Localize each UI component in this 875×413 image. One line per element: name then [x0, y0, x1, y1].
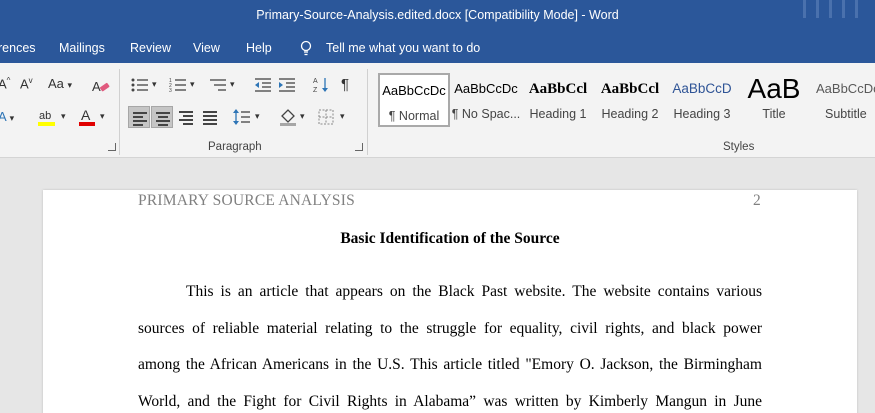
highlight-color-icon[interactable]: ab: [38, 107, 56, 127]
decrease-indent-icon[interactable]: [254, 77, 272, 93]
group-separator: [367, 69, 368, 155]
justify-button[interactable]: [199, 106, 221, 128]
tab-references[interactable]: rences: [0, 41, 36, 55]
style-preview: AaBbCcl: [600, 81, 660, 97]
borders-icon[interactable]: [318, 109, 334, 125]
ribbon-tabs: rences Mailings Review View Help Tell me…: [0, 33, 875, 63]
style-name: Heading 3: [673, 107, 731, 121]
lightbulb-icon: [300, 40, 312, 56]
document-page[interactable]: PRIMARY SOURCE ANALYSIS 2 Basic Identifi…: [43, 190, 857, 413]
align-left-icon: [133, 112, 147, 128]
svg-text:ab: ab: [39, 110, 51, 122]
change-case-button[interactable]: Aa ▾: [48, 76, 72, 91]
paragraph-group-label: Paragraph: [208, 141, 262, 153]
title-bar-decoration: [803, 0, 806, 18]
style-preview: AaBbCcD: [672, 81, 732, 96]
tell-me-search[interactable]: Tell me what you want to do: [326, 41, 480, 55]
style-preview: AaB: [747, 73, 801, 104]
body-text-line: sources of reliable material relating to…: [138, 320, 762, 337]
section-heading: Basic Identification of the Source: [340, 230, 560, 247]
justify-icon: [203, 111, 217, 127]
shading-dropdown[interactable]: ▾: [300, 111, 305, 122]
tab-mailings[interactable]: Mailings: [59, 41, 105, 55]
title-bar-decoration: [855, 0, 858, 18]
font-color-dropdown[interactable]: ▾: [100, 111, 105, 122]
group-separator: [119, 69, 120, 155]
title-bar-decoration: [816, 0, 819, 18]
style-title[interactable]: AaB Title: [738, 73, 810, 127]
window-title: Primary-Source-Analysis.edited.docx [Com…: [256, 8, 619, 22]
style-normal[interactable]: AaBbCcDc ¶ Normal: [378, 73, 450, 127]
page-number: 2: [753, 192, 761, 209]
style-name: Subtitle: [825, 107, 867, 121]
title-bar-decoration: [829, 0, 832, 18]
multilevel-list-icon[interactable]: [208, 77, 228, 93]
svg-text:Z: Z: [313, 87, 318, 94]
bullets-icon[interactable]: [131, 77, 149, 93]
grow-font-button[interactable]: A^: [0, 76, 10, 91]
style-name: Heading 2: [601, 107, 659, 121]
align-center-icon: [156, 112, 170, 128]
highlight-dropdown[interactable]: ▾: [61, 111, 66, 122]
svg-text:A: A: [81, 107, 91, 123]
numbering-dropdown[interactable]: ▾: [190, 79, 195, 90]
style-heading-2[interactable]: AaBbCcl Heading 2: [594, 73, 666, 127]
style-preview: AaBbCcl: [528, 81, 588, 97]
styles-group-label: Styles: [723, 141, 755, 153]
style-preview: AaBbCcDc: [816, 81, 875, 96]
align-center-button[interactable]: [151, 106, 173, 128]
svg-text:3: 3: [169, 88, 172, 93]
tab-view[interactable]: View: [193, 41, 220, 55]
style-name: Title: [762, 107, 786, 121]
text-effects-button[interactable]: A ▾: [0, 109, 14, 124]
running-header: PRIMARY SOURCE ANALYSIS: [138, 192, 355, 209]
paragraph-dialog-launcher[interactable]: [355, 143, 363, 151]
body-text-line: among the African Americans in the U.S. …: [138, 356, 762, 373]
align-right-button[interactable]: [175, 106, 197, 128]
svg-text:A: A: [313, 78, 318, 85]
numbering-icon[interactable]: 1 2 3: [169, 77, 187, 93]
body-text-line: World, and the Fight for Civil Rights in…: [138, 393, 762, 410]
ribbon: A^ Av Aa ▾ A A ▾ ab ▾ A ▾ ▾ 1 2 3 ▾ ▾ A …: [0, 63, 875, 158]
style-heading-1[interactable]: AaBbCcl Heading 1: [522, 73, 594, 127]
align-left-button[interactable]: [128, 106, 150, 128]
style-heading-3[interactable]: AaBbCcD Heading 3: [666, 73, 738, 127]
line-spacing-dropdown[interactable]: ▾: [255, 111, 260, 122]
font-color-icon[interactable]: A: [78, 107, 96, 127]
style-preview: AaBbCcDc: [454, 81, 518, 96]
sort-icon[interactable]: AZ: [313, 76, 329, 94]
multilevel-dropdown[interactable]: ▾: [230, 79, 235, 90]
show-hide-marks-button[interactable]: ¶: [341, 76, 349, 93]
title-bar-decoration: [842, 0, 845, 18]
borders-dropdown[interactable]: ▾: [340, 111, 345, 122]
align-right-icon: [179, 111, 193, 127]
style-name: Heading 1: [529, 107, 587, 121]
tab-help[interactable]: Help: [246, 41, 272, 55]
title-bar: Primary-Source-Analysis.edited.docx [Com…: [0, 0, 875, 33]
line-spacing-icon[interactable]: [233, 109, 251, 125]
increase-indent-icon[interactable]: [278, 77, 296, 93]
style-subtitle[interactable]: AaBbCcDc Subtitle: [810, 73, 875, 127]
style-preview: AaBbCcDc: [382, 83, 446, 98]
svg-text:A: A: [92, 79, 101, 94]
style-no-spacing[interactable]: AaBbCcDc ¶ No Spac...: [450, 73, 522, 127]
body-text-line: This is an article that appears on the B…: [186, 283, 762, 300]
clear-formatting-icon[interactable]: A: [92, 78, 110, 94]
font-dialog-launcher[interactable]: [108, 143, 116, 151]
bullets-dropdown[interactable]: ▾: [152, 79, 157, 90]
style-name: ¶ Normal: [388, 109, 440, 123]
style-name: ¶ No Spac...: [451, 107, 521, 121]
tab-review[interactable]: Review: [130, 41, 171, 55]
shading-icon[interactable]: [279, 107, 297, 127]
shrink-font-button[interactable]: Av: [20, 76, 33, 91]
